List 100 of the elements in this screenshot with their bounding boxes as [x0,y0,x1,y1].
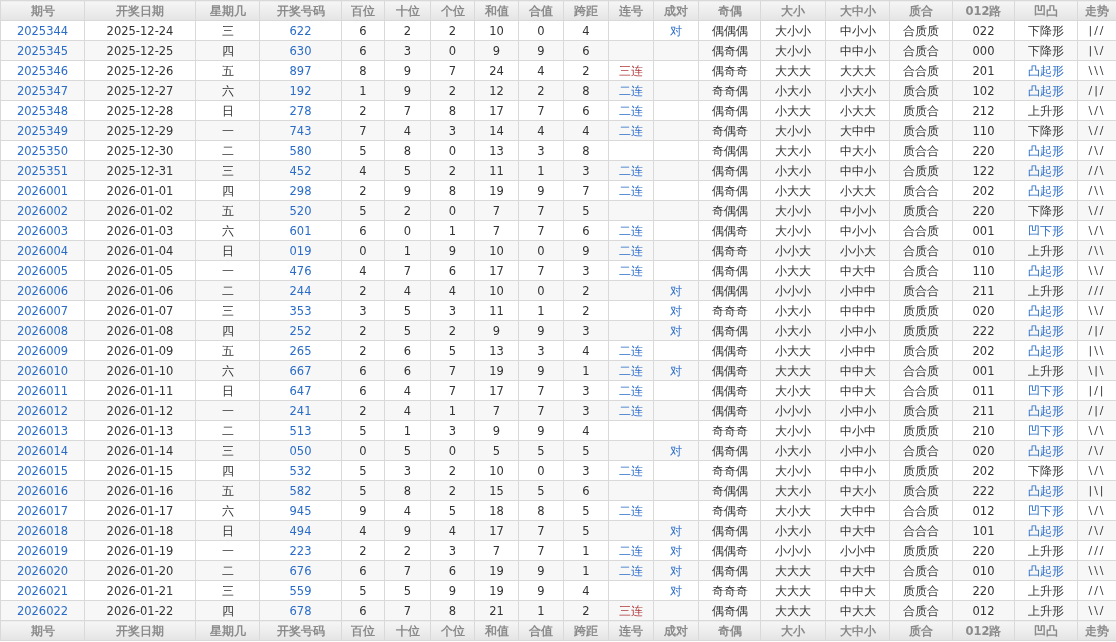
draw-number-link[interactable]: 513 [289,423,312,438]
table-cell: 19 [489,183,504,198]
table-cell: 下降形 [1028,123,1064,138]
table-cell: 二连 [619,243,643,258]
trend-symbols: //\ [1088,164,1106,177]
draw-number-link[interactable]: 678 [289,603,312,618]
table-cell: 9 [359,503,367,518]
table-cell: 质合合 [903,183,939,198]
draw-number-link[interactable]: 298 [289,183,312,198]
table-cell: 9 [403,523,412,538]
draw-number-link[interactable]: 743 [289,123,312,138]
draw-number-link[interactable]: 019 [289,243,312,258]
table-cell: 2026-01-02 [106,203,174,218]
table-cell: 三连 [619,63,643,78]
draw-number-link[interactable]: 582 [289,483,312,498]
table-cell: 3 [582,403,590,418]
draw-number-link[interactable]: 676 [289,563,312,578]
table-cell: 凸起形 [1028,183,1064,198]
draw-number-link[interactable]: 601 [289,223,312,238]
table-cell: 4 [448,283,457,298]
table-cell: 凸起形 [1028,563,1064,578]
draw-number-link[interactable]: 241 [289,403,312,418]
table-cell: 奇偶奇 [711,123,748,138]
column-header: 连号 [608,0,654,21]
table-cell: 大小小 [775,463,811,478]
table-cell: 7 [492,543,501,558]
table-cell: 1 [582,563,590,578]
draw-number-link[interactable]: 278 [289,103,312,118]
table-cell: 凸起形 [1028,83,1064,98]
table-cell: 三 [221,583,234,598]
table-cell: 0 [537,463,545,478]
table-cell: 二连 [619,383,643,398]
table-cell: 对 [670,543,682,558]
table-cell: 二连 [619,183,643,198]
table-cell: 022 [972,23,995,38]
draw-number-link[interactable]: 630 [289,43,312,58]
table-cell: 小大小 [839,83,876,98]
trend-symbols: \/\ [1088,104,1106,117]
draw-number-link[interactable]: 622 [289,23,312,38]
table-cell: 偶奇奇 [711,63,748,78]
draw-number-link[interactable]: 192 [289,83,312,98]
table-cell: 5 [582,503,590,518]
draw-number-link[interactable]: 452 [289,163,312,178]
table-cell: 上升形 [1028,243,1064,258]
table-cell: 8 [582,143,590,158]
draw-number-link[interactable]: 647 [289,383,312,398]
table-cell: 9 [403,63,412,78]
draw-number-link[interactable]: 476 [289,263,312,278]
trend-symbols: |// [1088,24,1106,37]
table-cell: 2026-01-05 [106,263,174,278]
table-cell: 偶偶奇 [711,223,748,238]
draw-number-link[interactable]: 520 [289,203,312,218]
column-header: 凹凸 [1014,0,1078,21]
draw-number-link[interactable]: 559 [289,583,312,598]
table-cell: 二连 [619,463,643,478]
draw-number-link[interactable]: 494 [289,523,312,538]
table-cell: 大小小 [775,223,811,238]
draw-number-link[interactable]: 265 [289,343,312,358]
table-cell: 9 [448,583,457,598]
table-cell: 2025-12-24 [106,23,174,38]
table-cell: 222 [972,323,995,338]
table-cell: 6 [403,343,412,358]
table-cell: 奇偶偶 [711,483,748,498]
table-cell: 大中中 [839,503,876,518]
table-cell: 合质质 [903,23,939,38]
table-cell: 上升形 [1028,603,1064,618]
table-cell: 小大大 [775,103,811,118]
table-cell: 2 [403,23,412,38]
table-cell: 010 [972,563,995,578]
table-cell: 大小小 [775,123,811,138]
column-header: 大小 [760,0,826,21]
table-cell: 2 [359,103,367,118]
table-cell: 大大小 [775,483,811,498]
table-cell: 9 [537,563,545,578]
table-cell: 二连 [619,363,643,378]
table-cell: 3 [582,383,590,398]
table-cell: 中中中 [839,303,876,318]
draw-number-link[interactable]: 667 [289,363,312,378]
draw-number-link[interactable]: 897 [289,63,312,78]
table-cell: 8 [403,483,412,498]
table-cell: 220 [972,203,995,218]
draw-number-link[interactable]: 252 [289,323,312,338]
table-cell: 偶偶奇 [711,403,748,418]
trend-symbols: /|/ [1088,84,1106,97]
draw-number-link[interactable]: 223 [289,543,312,558]
table-cell: 合合质 [903,63,939,78]
table-cell: 102 [972,83,995,98]
table-cell: 一 [221,123,234,138]
draw-number-link[interactable]: 353 [289,303,312,318]
table-cell: 大大大 [775,583,811,598]
table-cell: 凸起形 [1028,263,1064,278]
table-cell: 二连 [619,343,643,358]
table-cell: 四 [221,183,234,198]
draw-number-link[interactable]: 050 [289,443,312,458]
table-cell: 012 [972,503,995,518]
draw-number-link[interactable]: 244 [289,283,312,298]
draw-number-link[interactable]: 945 [289,503,312,518]
draw-number-link[interactable]: 532 [289,463,312,478]
draw-number-link[interactable]: 580 [289,143,312,158]
column-header: 走势 [1077,0,1116,21]
